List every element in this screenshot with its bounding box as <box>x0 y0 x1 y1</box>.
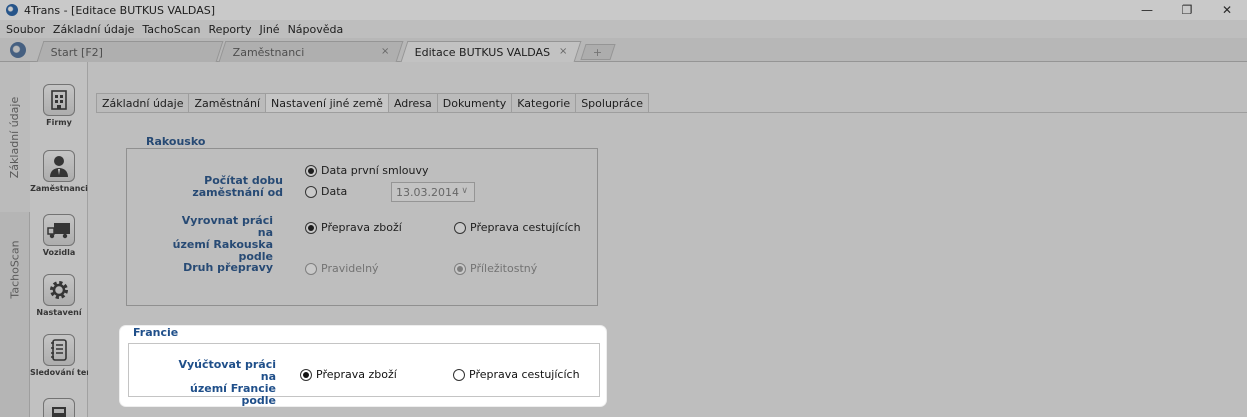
radio-date[interactable]: Data <box>305 185 347 198</box>
radio-france-goods-label: Přeprava zboží <box>316 368 397 381</box>
settle-france-label: Vyúčtovat práci na území Francie podle <box>160 359 276 407</box>
truck-icon <box>43 214 75 246</box>
radio-occasional-label: Příležitostný <box>470 262 538 275</box>
plus-icon: + <box>593 45 603 59</box>
radio-regular-label: Pravidelný <box>321 262 379 275</box>
radio-regular-dot <box>305 262 317 275</box>
radio-france-passengers-dot <box>453 368 465 381</box>
tab-address[interactable]: Adresa <box>387 93 437 113</box>
radio-date-label: Data <box>321 185 348 198</box>
document-tab-strip: Start [F2] Zaměstnanci × Editace BUTKUS … <box>0 38 1247 62</box>
menu-file[interactable]: Soubor <box>6 23 45 36</box>
nav-tracking[interactable]: Sledování ter... <box>30 334 88 377</box>
tab-employment[interactable]: Zaměstnání <box>188 93 266 113</box>
tab-cooperation[interactable]: Spolupráce <box>575 93 649 113</box>
menu-bar: Soubor Základní údaje TachoScan Reporty … <box>0 20 1247 38</box>
radio-first-contract-label: Data první smlouvy <box>321 164 429 177</box>
radio-france-goods-dot <box>300 368 312 381</box>
radio-austria-goods-dot <box>305 221 317 234</box>
tab-edit-label: Editace BUTKUS VALDAS <box>414 45 551 59</box>
settle-france-line2: území Francie podle <box>190 382 276 407</box>
window-title: 4Trans - [Editace BUTKUS VALDAS] <box>24 3 215 17</box>
menu-help[interactable]: Nápověda <box>288 23 344 36</box>
settle-france-line1: Vyúčtovat práci na <box>178 358 276 383</box>
transport-type-label: Druh přepravy <box>183 261 273 274</box>
radio-occasional-dot <box>454 262 466 275</box>
tab-categories[interactable]: Kategorie <box>511 93 576 113</box>
france-highlight-panel: Francie Vyúčtovat práci na území Francie… <box>120 326 606 407</box>
nav-vehicles[interactable]: Vozidla <box>30 214 88 257</box>
radio-austria-passengers-dot <box>454 221 466 234</box>
radio-date-dot <box>305 185 317 198</box>
france-section-title: Francie <box>131 326 181 339</box>
navigation-panel: Firmy Zaměstnanci Vozidla Nastavení Sled… <box>30 62 88 417</box>
window-controls: — ❐ ✕ <box>1127 0 1247 20</box>
app-logo-icon <box>10 42 26 58</box>
side-tab-basic-data[interactable]: Základní údaje <box>0 62 30 212</box>
date-picker[interactable]: 13.03.2014 ∨ <box>391 182 475 202</box>
nav-firms-label: Firmy <box>46 118 72 127</box>
tab-employees[interactable]: Zaměstnanci × <box>218 41 404 62</box>
radio-austria-passengers[interactable]: Přeprava cestujících <box>454 221 581 234</box>
radio-france-passengers[interactable]: Přeprava cestujících <box>453 368 580 381</box>
radio-occasional[interactable]: Příležitostný <box>454 262 537 275</box>
nav-firms[interactable]: Firmy <box>30 84 88 127</box>
radio-first-contract-dot <box>305 164 317 177</box>
inner-tab-bar: Základní údaje Zaměstnání Nastavení jiné… <box>96 93 649 114</box>
gear-icon <box>43 274 75 306</box>
settle-austria-label: Vyrovnat práci na území Rakouska podle <box>163 215 273 263</box>
menu-reports[interactable]: Reporty <box>209 23 252 36</box>
radio-france-goods[interactable]: Přeprava zboží <box>300 368 397 381</box>
radio-regular[interactable]: Pravidelný <box>305 262 379 275</box>
nav-more[interactable] <box>30 398 88 417</box>
radio-austria-goods-label: Přeprava zboží <box>321 221 402 234</box>
person-icon <box>43 150 75 182</box>
nav-employees-label: Zaměstnanci <box>30 184 88 193</box>
tab-basic-data[interactable]: Základní údaje <box>96 93 189 113</box>
side-tab-basic-data-label: Základní údaje <box>8 96 22 178</box>
tab-start[interactable]: Start [F2] <box>36 41 224 62</box>
radio-france-passengers-label: Přeprava cestujících <box>469 368 580 381</box>
side-tab-tachoscan-label: TachoScan <box>8 239 22 299</box>
menu-tachoscan[interactable]: TachoScan <box>142 23 200 36</box>
minimize-button[interactable]: — <box>1127 0 1167 20</box>
new-tab-button[interactable]: + <box>580 44 616 60</box>
notebook-icon <box>43 334 75 366</box>
side-tab-bar: Základní údaje TachoScan <box>0 62 30 417</box>
tab-start-label: Start [F2] <box>50 45 104 59</box>
radio-first-contract[interactable]: Data první smlouvy <box>305 164 429 177</box>
calculator-icon <box>43 398 75 417</box>
settle-austria-line1: Vyrovnat práci na <box>181 214 273 239</box>
nav-settings[interactable]: Nastavení <box>30 274 88 317</box>
close-icon[interactable]: × <box>381 46 389 57</box>
menu-basic-data[interactable]: Základní údaje <box>53 23 134 36</box>
austria-section-title: Rakousko <box>146 135 206 148</box>
nav-tracking-label: Sledování ter... <box>30 368 88 377</box>
restore-button[interactable]: ❐ <box>1167 0 1207 20</box>
nav-vehicles-label: Vozidla <box>42 248 76 257</box>
radio-austria-goods[interactable]: Přeprava zboží <box>305 221 402 234</box>
menu-other[interactable]: Jiné <box>260 23 280 36</box>
count-from-label: Počítat dobu zaměstnání od <box>192 174 283 199</box>
building-icon <box>43 84 75 116</box>
tab-employees-label: Zaměstnanci <box>232 45 305 59</box>
tab-documents[interactable]: Dokumenty <box>436 93 512 113</box>
close-icon[interactable]: × <box>559 46 567 57</box>
radio-austria-passengers-label: Přeprava cestujících <box>470 221 581 234</box>
nav-employees[interactable]: Zaměstnanci <box>30 150 88 193</box>
nav-settings-label: Nastavení <box>36 308 82 317</box>
side-tab-tachoscan[interactable]: TachoScan <box>0 214 30 324</box>
date-picker-value: 13.03.2014 <box>396 185 459 199</box>
tab-other-country-settings[interactable]: Nastavení jiné země <box>265 93 388 114</box>
app-logo-icon <box>6 4 18 16</box>
tab-edit-employee[interactable]: Editace BUTKUS VALDAS × <box>400 41 582 62</box>
close-window-button[interactable]: ✕ <box>1207 0 1247 20</box>
chevron-down-icon[interactable]: ∨ <box>461 186 468 196</box>
title-bar: 4Trans - [Editace BUTKUS VALDAS] — ❐ ✕ <box>0 0 1247 20</box>
